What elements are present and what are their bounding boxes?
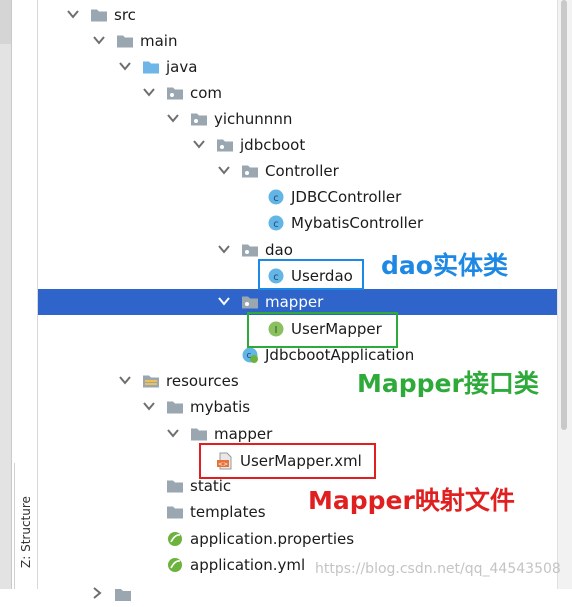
chevron-down-icon[interactable] [118, 373, 132, 387]
tool-window-strip-header [0, 0, 11, 44]
scrollbar-thumb[interactable] [561, 0, 567, 430]
tree-item-label: dao [265, 241, 293, 259]
tree-row[interactable]: yichunnnn [38, 106, 557, 132]
chevron-down-icon[interactable] [166, 111, 180, 125]
watermark: https://blog.csdn.net/qq_44543508 [315, 561, 561, 577]
chevron-down-icon[interactable] [217, 163, 231, 177]
structure-tab-label[interactable]: Z: Structure [19, 496, 33, 568]
package-icon [166, 84, 184, 102]
chevron-down-icon[interactable] [166, 426, 180, 440]
tree-row[interactable]: main [38, 28, 557, 54]
tree-item-label: application.yml [190, 556, 306, 574]
package-icon [241, 241, 259, 259]
tree-item-label: mapper [214, 425, 273, 443]
tree-row[interactable]: c MybatisController [38, 210, 557, 236]
tree-row[interactable]: src [38, 2, 557, 28]
tree-row[interactable]: java [38, 54, 557, 80]
tree-row[interactable]: jdbcboot [38, 132, 557, 158]
svg-text:c: c [247, 351, 252, 361]
spring-properties-icon [166, 530, 184, 548]
package-icon [190, 110, 208, 128]
tree-row[interactable]: Controller [38, 158, 557, 184]
tool-window-strip [0, 0, 12, 589]
tree-item-label: MybatisController [291, 214, 424, 232]
chevron-down-icon[interactable] [66, 7, 80, 21]
chevron-down-icon[interactable] [92, 33, 106, 47]
tree-item-label: yichunnnn [214, 110, 293, 128]
tree-row[interactable]: application.properties [38, 526, 557, 552]
chevron-down-icon[interactable] [142, 399, 156, 413]
mapper-xml-highlight-box [199, 443, 376, 479]
class-icon: c [267, 214, 285, 232]
tree-item-label: JdbcbootApplication [265, 346, 415, 364]
tree-row[interactable]: c JDBCController [38, 184, 557, 210]
tree-item-label: main [140, 32, 178, 50]
chevron-down-icon[interactable] [142, 85, 156, 99]
tree-row[interactable]: com [38, 80, 557, 106]
mapper-interface-highlight-box [247, 312, 398, 348]
chevron-down-icon[interactable] [217, 294, 231, 308]
package-icon [216, 136, 234, 154]
tree-item-label: jdbcboot [240, 136, 306, 154]
spring-boot-app-icon: c [241, 346, 259, 364]
spring-yml-icon [166, 556, 184, 574]
resources-folder-icon [142, 372, 160, 390]
tree-item-label: resources [166, 372, 239, 390]
tree-item-label: com [190, 84, 223, 102]
folder-icon [166, 503, 184, 521]
folder-icon [116, 32, 134, 50]
tree-item-label: Controller [265, 162, 339, 180]
chevron-down-icon[interactable] [217, 242, 231, 256]
folder-icon [114, 585, 132, 603]
tree-row-partial[interactable] [38, 581, 557, 607]
tree-item-label: java [166, 58, 198, 76]
tree-item-label: templates [190, 503, 266, 521]
annotation-dao: dao实体类 [381, 251, 508, 280]
package-icon [241, 293, 259, 311]
annotation-mapper-interface: Mapper接口类 [357, 369, 539, 398]
svg-text:c: c [273, 219, 279, 230]
tree-item-label: mybatis [190, 398, 251, 416]
package-icon [241, 162, 259, 180]
class-icon: c [267, 188, 285, 206]
dao-highlight-box [258, 259, 364, 290]
source-folder-icon [142, 58, 160, 76]
svg-text:c: c [273, 193, 279, 204]
folder-icon [90, 6, 108, 24]
annotation-mapper-xml: Mapper映射文件 [308, 486, 515, 515]
folder-icon [166, 398, 184, 416]
folder-icon [190, 425, 208, 443]
tree-item-label: static [190, 477, 232, 495]
chevron-down-icon[interactable] [118, 59, 132, 73]
tree-item-label: src [114, 6, 136, 24]
folder-icon [166, 477, 184, 495]
chevron-right-icon[interactable] [90, 586, 104, 600]
chevron-down-icon[interactable] [192, 137, 206, 151]
tree-item-label: mapper [265, 293, 324, 311]
tree-item-label: JDBCController [291, 188, 402, 206]
tree-item-label: application.properties [190, 530, 355, 548]
